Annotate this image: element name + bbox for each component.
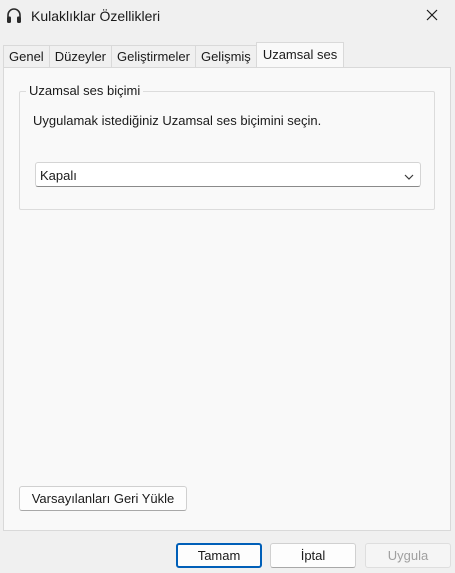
window-title: Kulaklıklar Özellikleri [31,8,161,24]
tab-spatial-sound[interactable]: Uzamsal ses [255,42,345,67]
group-label: Uzamsal ses biçimi [26,83,144,98]
tab-general[interactable]: Genel [3,45,50,67]
tab-strip: Genel Düzeyler Geliştirmeler Gelişmiş Uz… [3,42,345,67]
group-description: Uygulamak istediğiniz Uzamsal ses biçimi… [33,113,322,128]
chevron-down-icon [404,170,414,180]
dropdown-value: Kapalı [40,168,77,183]
restore-defaults-button[interactable]: Varsayılanları Geri Yükle [19,486,187,511]
title-bar: Kulaklıklar Özellikleri [0,0,455,32]
close-button[interactable] [409,0,455,32]
spatial-format-dropdown[interactable]: Kapalı [35,162,421,187]
cancel-button[interactable]: İptal [270,543,356,568]
tab-levels[interactable]: Düzeyler [48,45,112,67]
tab-enhancements[interactable]: Geliştirmeler [111,45,196,67]
apply-button[interactable]: Uygula [365,543,451,568]
headphones-icon [6,7,22,25]
spatial-format-group: Uzamsal ses biçimi Uygulamak istediğiniz… [19,83,435,210]
ok-button[interactable]: Tamam [176,543,262,568]
properties-dialog: Kulaklıklar Özellikleri Genel Düzeyler G… [0,0,455,573]
tab-panel-spatial-sound: Uzamsal ses biçimi Uygulamak istediğiniz… [3,67,451,531]
close-icon [426,9,438,24]
tab-advanced[interactable]: Gelişmiş [194,45,257,67]
